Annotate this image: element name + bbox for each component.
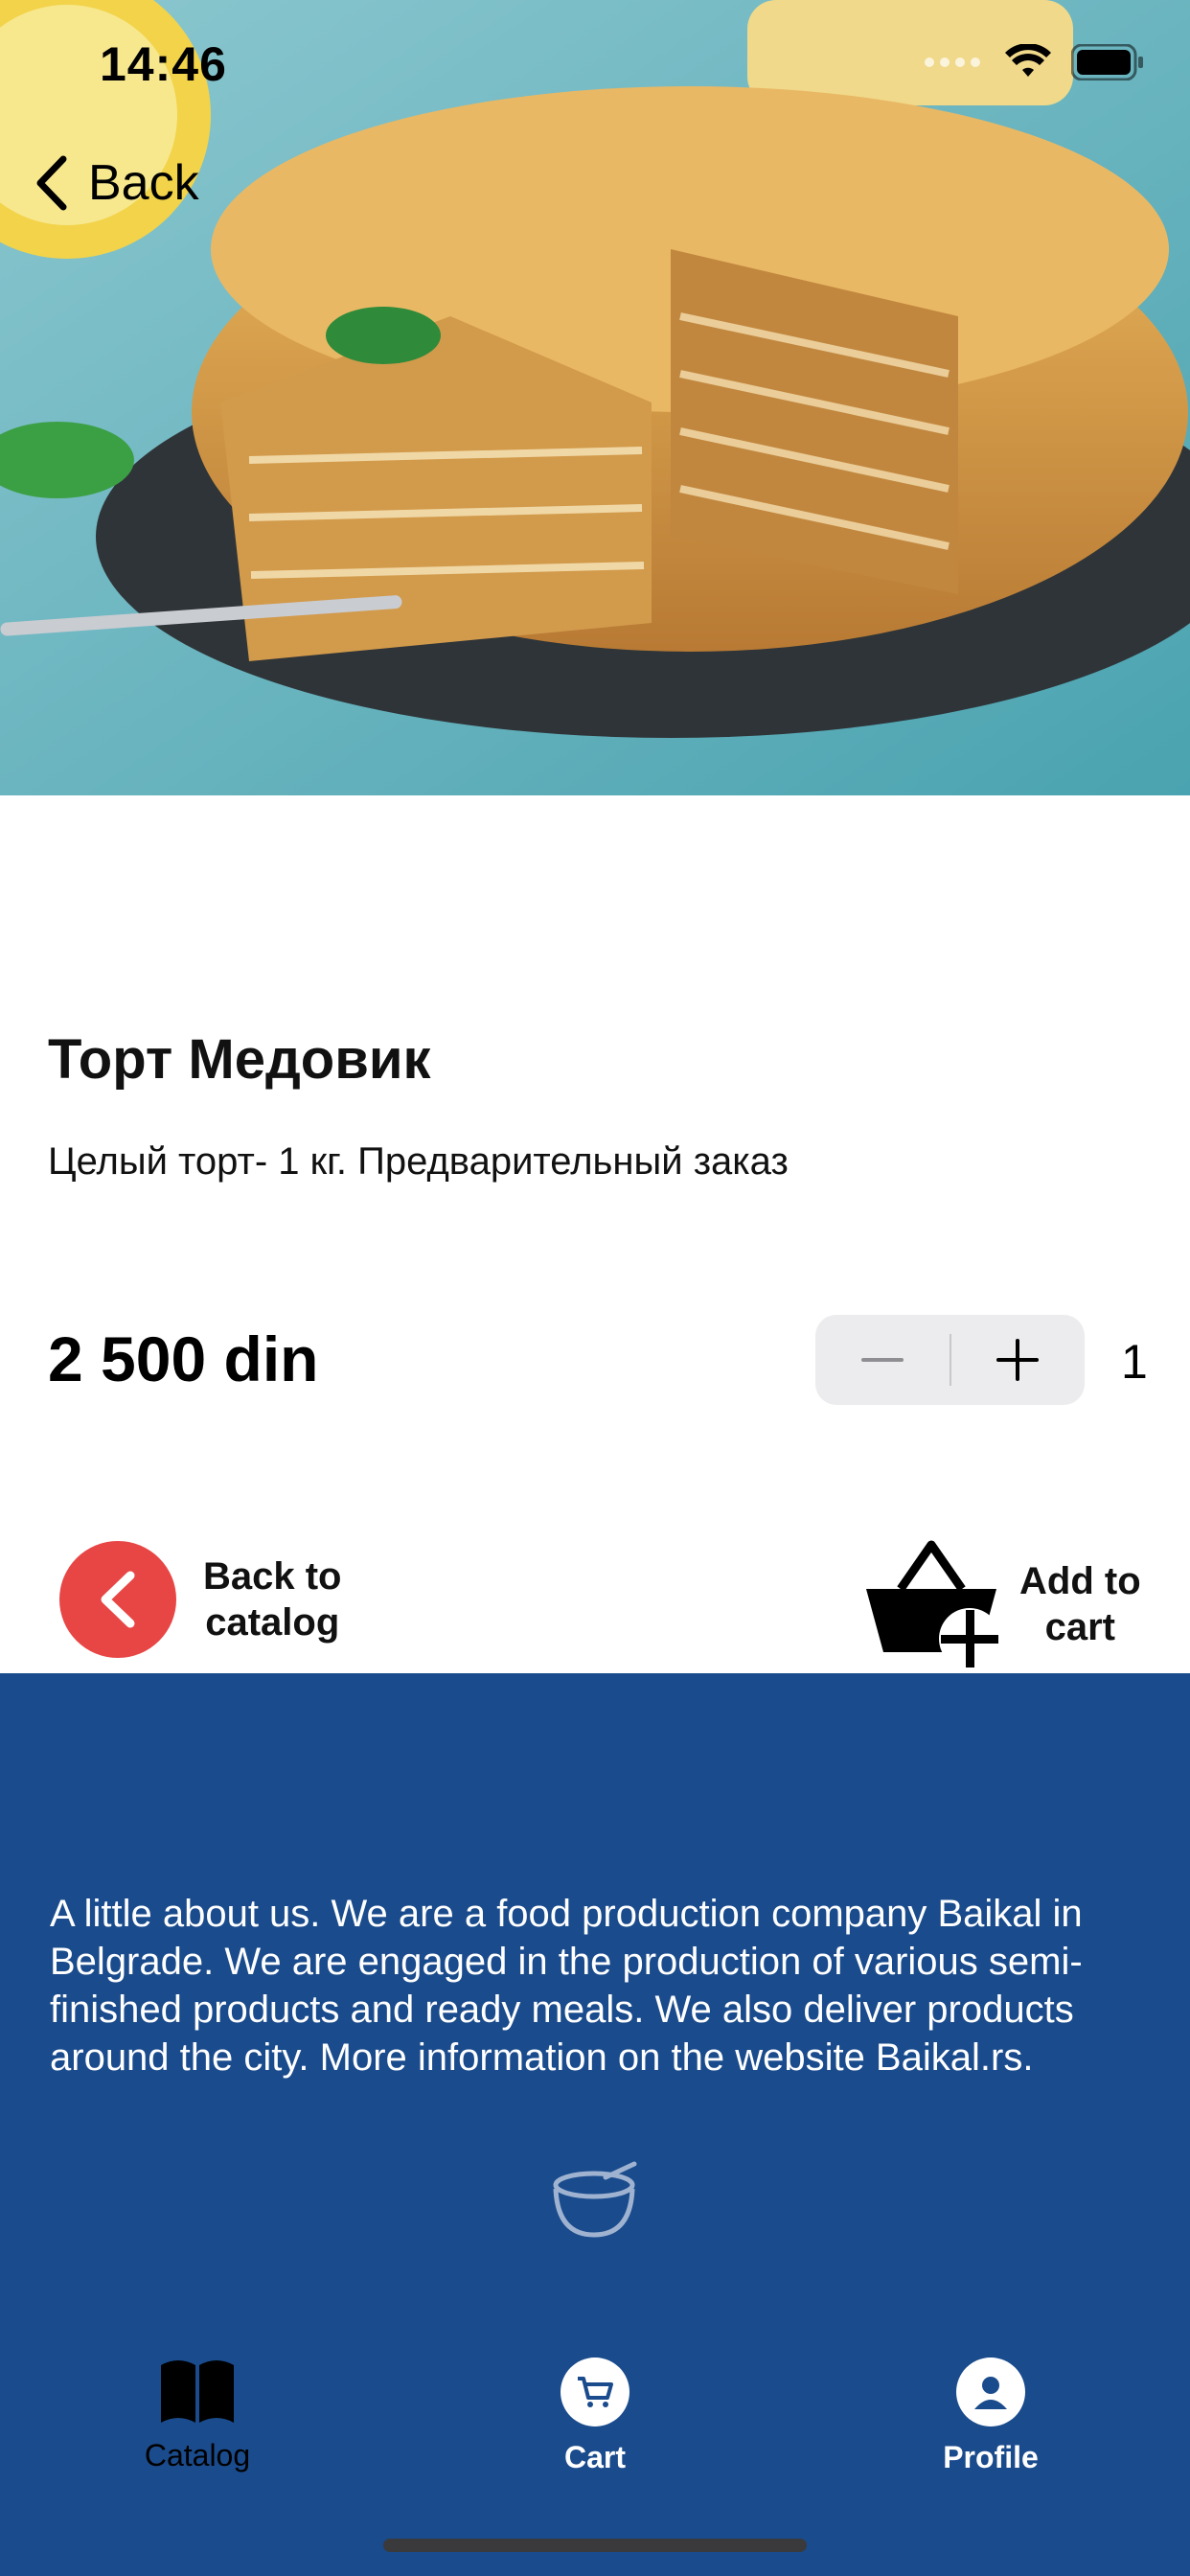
battery-icon	[1071, 44, 1143, 80]
add-to-cart-button[interactable]: Add to cart	[866, 1539, 1141, 1669]
status-time: 14:46	[100, 37, 227, 91]
tab-catalog[interactable]: Catalog	[82, 2338, 312, 2473]
tab-bar: Catalog Cart Profile	[0, 2338, 1190, 2492]
back-to-catalog-button[interactable]: Back to catalog	[59, 1541, 342, 1658]
increment-button[interactable]	[951, 1315, 1086, 1405]
product-title: Торт Медовик	[48, 1028, 431, 1091]
back-button[interactable]: Back	[33, 153, 199, 213]
tab-cart-label: Cart	[563, 2440, 626, 2474]
cart-icon	[578, 2377, 613, 2407]
product-price: 2 500 din	[48, 1323, 319, 1394]
book-icon	[161, 2360, 234, 2423]
plus-icon	[996, 1339, 1040, 1381]
back-circle-icon	[59, 1541, 176, 1658]
user-icon	[974, 2377, 1007, 2409]
tab-catalog-label: Catalog	[144, 2438, 251, 2472]
about-text: A little about us. We are a food product…	[50, 1893, 1083, 2079]
quantity-stepper	[815, 1315, 1085, 1405]
decrement-button[interactable]	[815, 1315, 950, 1405]
wifi-icon	[1005, 44, 1051, 77]
status-bar: 14:46	[0, 0, 1190, 134]
minus-icon	[860, 1358, 904, 1362]
home-indicator	[383, 2539, 807, 2552]
signal-icon	[925, 58, 980, 67]
chevron-left-icon	[101, 1571, 135, 1628]
quantity-value: 1	[1121, 1335, 1148, 1389]
add-to-cart-label: Add to cart	[1019, 1560, 1141, 1648]
status-icons	[924, 44, 1144, 80]
tab-profile[interactable]: Profile	[876, 2338, 1106, 2475]
back-to-catalog-label: Back to catalog	[203, 1555, 342, 1644]
basket-add-icon	[866, 1540, 1000, 1669]
tab-cart[interactable]: Cart	[480, 2338, 710, 2475]
bowl-icon	[553, 2161, 637, 2238]
profile-circle	[956, 2358, 1025, 2426]
product-description: Целый торт- 1 кг. Предварительный заказ	[48, 1140, 789, 1183]
tab-profile-label: Profile	[943, 2440, 1039, 2474]
cart-circle	[561, 2358, 629, 2426]
back-label: Back	[88, 155, 199, 211]
chevron-left-icon	[36, 155, 67, 211]
